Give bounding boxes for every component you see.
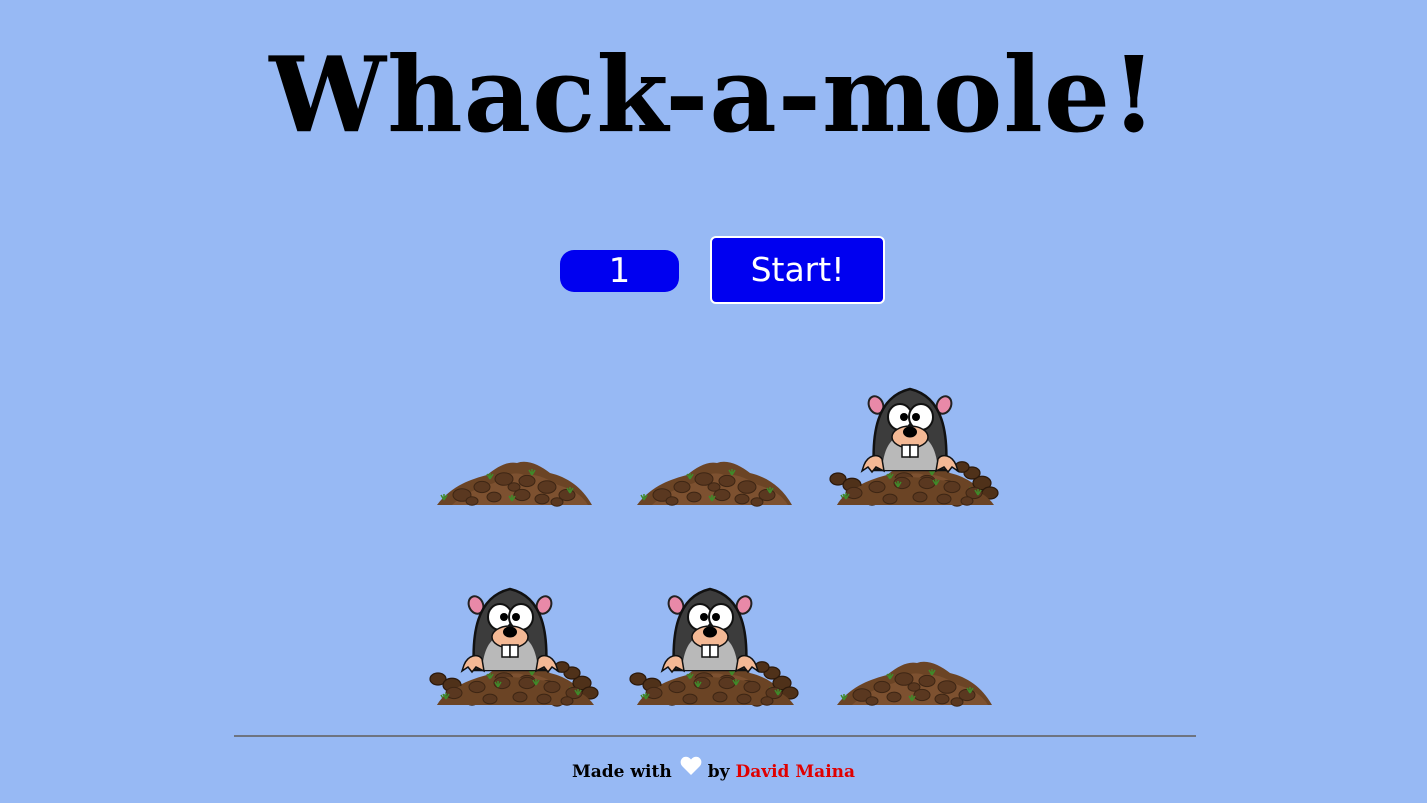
hole-6[interactable] (832, 575, 1002, 707)
dirt-front (837, 476, 994, 506)
dirt-mound (637, 461, 792, 507)
page-title: Whack-a-mole! (269, 33, 1158, 156)
footer: Made with by David Maina (0, 756, 1427, 787)
heart-icon (680, 756, 702, 785)
dirt-mound (837, 661, 992, 707)
hole-2[interactable] (632, 375, 802, 507)
hole-3[interactable] (829, 375, 1002, 507)
dirt-mound (437, 461, 592, 507)
score-display: 1 (560, 250, 679, 292)
hole-4[interactable] (429, 575, 602, 707)
footer-divider (234, 735, 1196, 737)
made-with-text: Made with (571, 762, 672, 782)
by-text: by (707, 762, 730, 782)
dirt-front (637, 676, 794, 706)
author-link[interactable]: David Maina (735, 762, 855, 782)
start-button[interactable]: Start! (710, 236, 885, 304)
hole-5[interactable] (629, 575, 802, 707)
hole-1[interactable] (432, 375, 602, 507)
mole[interactable] (660, 587, 760, 674)
mole[interactable] (860, 387, 960, 474)
mole[interactable] (460, 587, 560, 674)
dirt-front (437, 676, 594, 706)
